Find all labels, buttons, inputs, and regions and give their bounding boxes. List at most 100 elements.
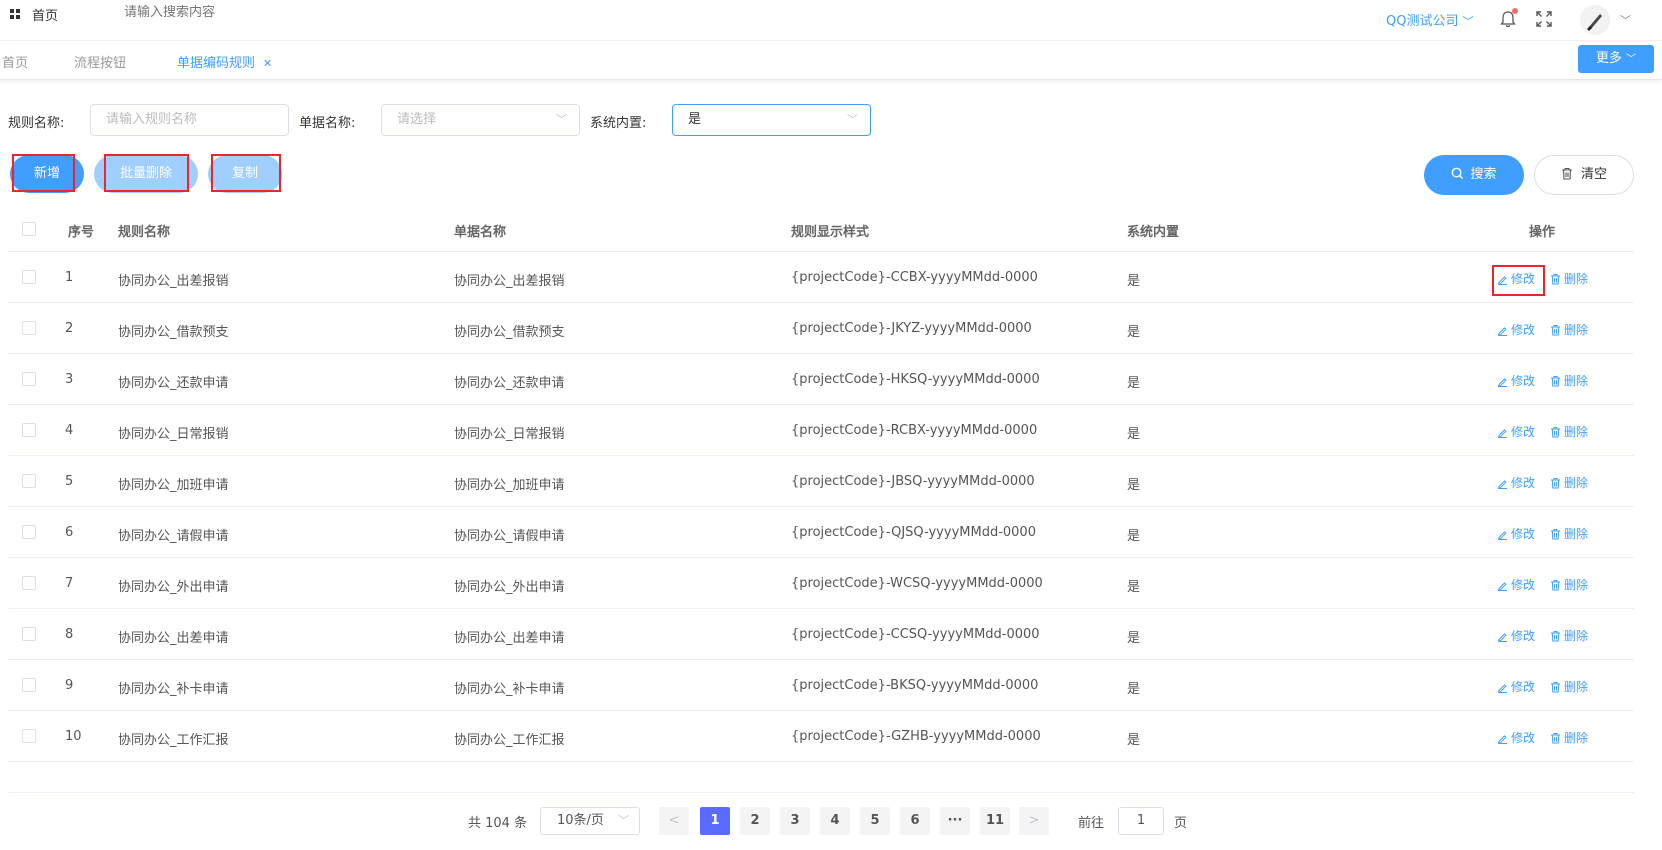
- trash-icon: [1551, 733, 1560, 744]
- cell-builtin: 是: [1127, 376, 1141, 391]
- row-checkbox[interactable]: [22, 423, 36, 437]
- grid-icon[interactable]: [10, 9, 21, 20]
- page-button[interactable]: 5: [860, 807, 890, 835]
- add-button[interactable]: 新增: [10, 155, 84, 193]
- table-header: 序号 规则名称 单据名称 规则显示样式 系统内置 操作: [8, 206, 1634, 252]
- page-button[interactable]: 1: [700, 807, 730, 835]
- edit-link[interactable]: 修改: [1497, 321, 1535, 338]
- goto-page-input[interactable]: 1: [1118, 807, 1164, 835]
- delete-link[interactable]: 删除: [1550, 423, 1588, 440]
- page-button[interactable]: 3: [780, 807, 810, 835]
- row-checkbox[interactable]: [22, 729, 36, 743]
- delete-link[interactable]: 删除: [1550, 576, 1588, 593]
- delete-link[interactable]: 删除: [1550, 270, 1588, 287]
- rule-name-input[interactable]: 请输入规则名称: [90, 104, 289, 136]
- next-page-button[interactable]: >: [1019, 807, 1049, 835]
- home-link[interactable]: 首页: [32, 5, 58, 24]
- company-selector[interactable]: QQ测试公司 ﹀: [1386, 10, 1473, 29]
- delete-link[interactable]: 删除: [1550, 627, 1588, 644]
- cell-pattern: {projectCode}-GZHB-yyyyMMdd-0000: [791, 729, 1041, 744]
- page-ellipsis-button[interactable]: ···: [940, 807, 970, 835]
- cell-no: 1: [65, 270, 74, 285]
- page-button[interactable]: 4: [820, 807, 850, 835]
- delete-link[interactable]: 删除: [1550, 678, 1588, 695]
- chevron-down-icon: ﹀: [618, 814, 629, 827]
- row-checkbox[interactable]: [22, 576, 36, 590]
- cell-doc-name: 协同办公_请假申请: [454, 529, 565, 544]
- cell-rule-name: 协同办公_借款预支: [118, 325, 229, 340]
- trash-icon: [1551, 478, 1560, 489]
- close-icon[interactable]: ✕: [263, 57, 272, 70]
- row-checkbox[interactable]: [22, 678, 36, 692]
- edit-link[interactable]: 修改: [1497, 525, 1535, 542]
- trash-icon: [1551, 580, 1560, 591]
- search-input[interactable]: [124, 5, 344, 20]
- tab-home[interactable]: 首页: [2, 52, 28, 71]
- chevron-down-icon: ﹀: [847, 113, 858, 126]
- page-size-value: 10条/页: [557, 813, 604, 828]
- delete-link[interactable]: 删除: [1550, 474, 1588, 491]
- page-button[interactable]: 2: [740, 807, 770, 835]
- cell-no: 7: [65, 576, 74, 591]
- chevron-down-icon[interactable]: ﹀: [1620, 12, 1631, 28]
- delete-link[interactable]: 删除: [1550, 729, 1588, 746]
- edit-link[interactable]: 修改: [1497, 474, 1535, 491]
- cell-rule-name: 协同办公_出差报销: [118, 274, 229, 289]
- row-checkbox[interactable]: [22, 270, 36, 284]
- row-checkbox[interactable]: [22, 627, 36, 641]
- fullscreen-icon[interactable]: [1536, 11, 1552, 27]
- trash-icon: [1551, 325, 1560, 336]
- page-unit-label: 页: [1174, 816, 1188, 831]
- cell-rule-name: 协同办公_出差申请: [118, 631, 229, 646]
- edit-link[interactable]: 修改: [1497, 678, 1535, 695]
- builtin-select[interactable]: 是 ﹀: [672, 104, 871, 136]
- col-header-rule-name: 规则名称: [118, 225, 171, 240]
- page-size-select[interactable]: 10条/页 ﹀: [540, 807, 640, 835]
- edit-icon: [1498, 378, 1507, 387]
- clear-button[interactable]: 清空: [1534, 155, 1634, 195]
- doc-name-select[interactable]: 请选择 ﹀: [381, 104, 580, 136]
- edit-link[interactable]: 修改: [1497, 627, 1535, 644]
- tab-doc-code-rules[interactable]: 单据编码规则 ✕: [177, 52, 272, 71]
- batch-delete-button[interactable]: 批量删除: [94, 155, 198, 193]
- cell-rule-name: 协同办公_还款申请: [118, 376, 229, 391]
- page-button[interactable]: 6: [900, 807, 930, 835]
- edit-label: 修改: [1511, 425, 1536, 439]
- cell-doc-name: 协同办公_外出申请: [454, 580, 565, 595]
- row-checkbox[interactable]: [22, 321, 36, 335]
- cell-builtin: 是: [1127, 274, 1141, 289]
- copy-button[interactable]: 复制: [208, 155, 282, 193]
- page-button[interactable]: 11: [980, 807, 1010, 835]
- avatar[interactable]: [1580, 5, 1610, 35]
- edit-icon: [1498, 327, 1507, 336]
- chevron-down-icon: ﹀: [556, 113, 567, 126]
- select-all-checkbox[interactable]: [22, 222, 36, 236]
- edit-link[interactable]: 修改: [1497, 729, 1535, 746]
- delete-label: 删除: [1564, 680, 1589, 694]
- more-button[interactable]: 更多 ﹀: [1578, 45, 1654, 73]
- search-button[interactable]: 搜索: [1424, 155, 1524, 195]
- pagination: 共 104 条 10条/页 ﹀ < 1 2 3 4 5 6 ··· 11 > 前往 1 页: [8, 792, 1634, 850]
- edit-link[interactable]: 修改: [1497, 576, 1535, 593]
- more-label: 更多: [1595, 51, 1622, 66]
- doc-name-placeholder: 请选择: [397, 112, 437, 127]
- bell-icon[interactable]: [1500, 8, 1518, 28]
- cell-pattern: {projectCode}-BKSQ-yyyyMMdd-0000: [791, 678, 1039, 693]
- edit-label: 修改: [1511, 731, 1536, 745]
- row-checkbox[interactable]: [22, 525, 36, 539]
- edit-icon: [1498, 480, 1507, 489]
- edit-link[interactable]: 修改: [1497, 270, 1535, 287]
- builtin-value: 是: [688, 112, 702, 127]
- edit-link[interactable]: 修改: [1497, 372, 1535, 389]
- prev-page-button[interactable]: <: [659, 807, 689, 835]
- delete-link[interactable]: 删除: [1550, 321, 1588, 338]
- delete-link[interactable]: 删除: [1550, 372, 1588, 389]
- edit-link[interactable]: 修改: [1497, 423, 1535, 440]
- row-checkbox[interactable]: [22, 372, 36, 386]
- row-checkbox[interactable]: [22, 474, 36, 488]
- table-row: 8 协同办公_出差申请 协同办公_出差申请 {projectCode}-CCSQ-yy…: [8, 609, 1634, 660]
- delete-link[interactable]: 删除: [1550, 525, 1588, 542]
- trash-icon: [1561, 167, 1572, 180]
- tab-flow-buttons[interactable]: 流程按钮: [74, 52, 126, 71]
- cell-rule-name: 协同办公_外出申请: [118, 580, 229, 595]
